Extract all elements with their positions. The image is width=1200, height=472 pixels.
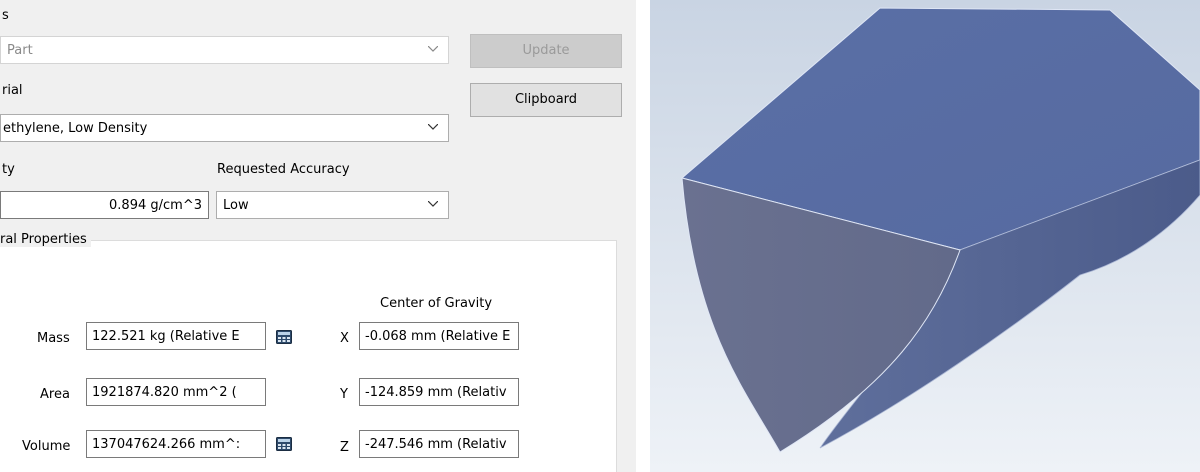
mass-label: Mass	[37, 331, 70, 346]
accuracy-combo[interactable]: Low	[216, 191, 449, 219]
y-field[interactable]: -124.859 mm (Relativ	[359, 378, 519, 406]
chevron-down-icon	[428, 124, 438, 130]
part-combo[interactable]: Part	[0, 36, 449, 64]
material-combo-value: ethylene, Low Density	[3, 121, 148, 136]
density-field[interactable]: 0.894 g/cm^3	[0, 191, 209, 219]
z-value: -247.546 mm (Relativ	[365, 437, 507, 452]
area-field[interactable]: 1921874.820 mm^2 (	[86, 378, 266, 406]
clipboard-button[interactable]: Clipboard	[470, 83, 622, 117]
mass-value: 122.521 kg (Relative E	[92, 329, 240, 344]
requested-accuracy-label: Requested Accuracy	[217, 162, 350, 177]
area-value: 1921874.820 mm^2 (	[92, 385, 237, 400]
volume-field[interactable]: 137047624.266 mm^:	[86, 430, 266, 458]
chevron-down-icon	[428, 201, 438, 207]
update-button[interactable]: Update	[470, 34, 622, 68]
x-field[interactable]: -0.068 mm (Relative E	[359, 322, 519, 350]
area-label: Area	[40, 387, 70, 402]
volume-value: 137047624.266 mm^:	[92, 437, 241, 452]
section-label: s	[2, 8, 9, 23]
center-of-gravity-label: Center of Gravity	[380, 296, 493, 311]
mass-field[interactable]: 122.521 kg (Relative E	[86, 322, 266, 350]
material-label: rial	[2, 83, 23, 98]
calculator-icon[interactable]	[276, 330, 292, 344]
density-label: ty	[2, 162, 15, 177]
x-value: -0.068 mm (Relative E	[365, 329, 511, 344]
accuracy-combo-value: Low	[223, 198, 249, 213]
z-field[interactable]: -247.546 mm (Relativ	[359, 430, 519, 458]
chevron-down-icon	[428, 46, 438, 52]
density-value: 0.894 g/cm^3	[109, 198, 202, 213]
material-combo[interactable]: ethylene, Low Density	[0, 114, 449, 142]
y-label: Y	[340, 387, 348, 402]
general-properties-title: ral Properties	[0, 232, 91, 247]
properties-dialog: s Part Update Clipboard rial ethylene, L…	[0, 0, 636, 472]
z-label: Z	[340, 440, 349, 455]
calculator-icon[interactable]	[276, 437, 292, 451]
x-label: X	[340, 331, 349, 346]
y-value: -124.859 mm (Relativ	[365, 385, 507, 400]
model-viewport[interactable]	[650, 0, 1200, 472]
panel-divider	[636, 0, 650, 472]
part-combo-value: Part	[7, 43, 33, 58]
model-render	[650, 0, 1200, 472]
volume-label: Volume	[22, 439, 71, 454]
